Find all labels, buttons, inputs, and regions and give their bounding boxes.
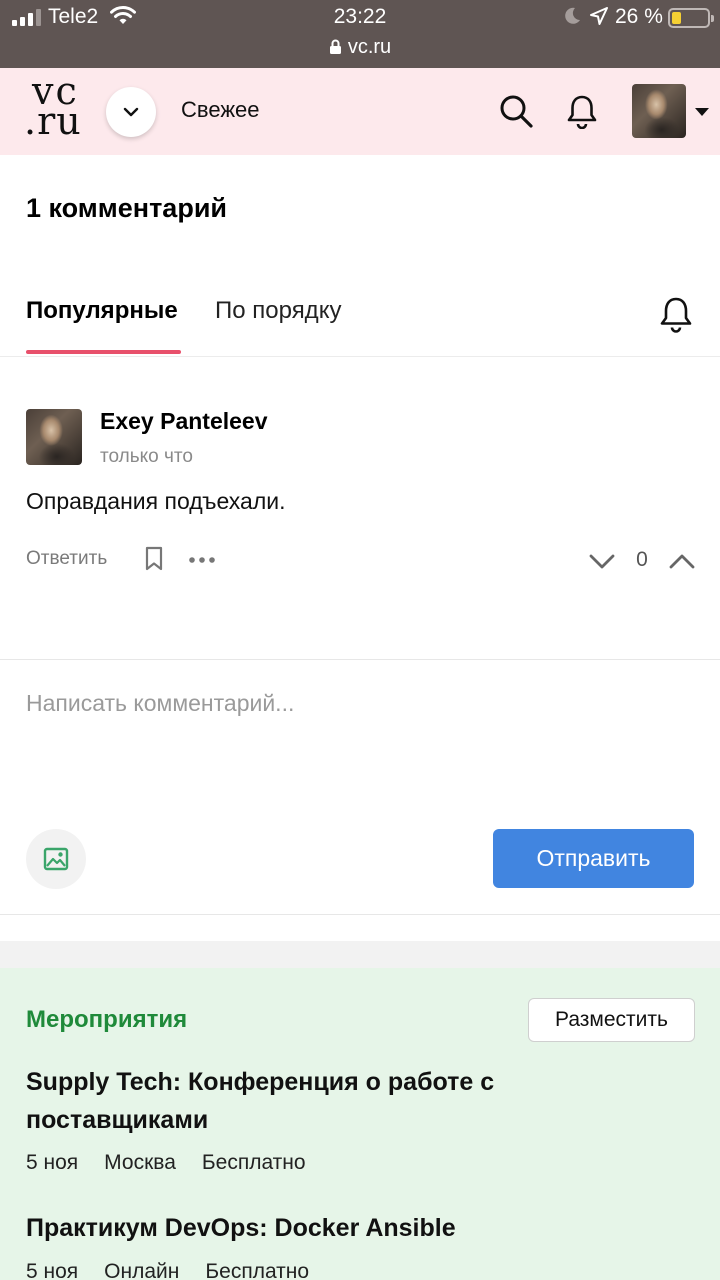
vote-up-icon[interactable]: [668, 548, 696, 574]
battery-icon: [668, 8, 714, 28]
comment-input[interactable]: Написать комментарий...: [26, 690, 686, 717]
comments-title: 1 комментарий: [26, 193, 228, 223]
bell-icon[interactable]: [565, 93, 599, 129]
event-meta: 5 ноя Москва Бесплатно: [26, 1151, 306, 1175]
submit-button[interactable]: Отправить: [493, 829, 694, 888]
search-icon[interactable]: [498, 93, 534, 129]
event-price: Бесплатно: [205, 1260, 310, 1280]
site-logo[interactable]: vc .ru: [24, 72, 94, 143]
place-event-button[interactable]: Разместить: [528, 998, 695, 1042]
event-city: Онлайн: [104, 1260, 180, 1280]
event-date: 5 ноя: [26, 1260, 79, 1280]
active-tab-indicator: [26, 350, 181, 354]
event-title[interactable]: Практикум DevOps: Docker Ansible: [26, 1209, 586, 1247]
comment-text: Оправдания подъехали.: [26, 488, 286, 514]
event-title[interactable]: Supply Tech: Конференция о работе с пост…: [26, 1063, 586, 1139]
clock: 23:22: [333, 5, 387, 28]
comments-tabs: Популярные По порядку: [0, 280, 720, 357]
user-avatar[interactable]: [632, 84, 686, 138]
comment-author-avatar[interactable]: [26, 409, 82, 465]
comment-time[interactable]: только что: [100, 446, 193, 468]
comment-author[interactable]: Exey Panteleev: [100, 408, 268, 435]
location-icon: [590, 7, 608, 25]
moon-icon: [565, 7, 580, 24]
lock-icon: [329, 39, 341, 54]
more-icon[interactable]: [188, 550, 216, 570]
vote-down-icon[interactable]: [588, 548, 616, 574]
site-header: vc .ru Свежее: [0, 68, 720, 155]
section-separator: [0, 941, 720, 968]
event-city: Москва: [104, 1151, 176, 1174]
address-bar[interactable]: vc.ru: [0, 36, 720, 59]
tab-chronological[interactable]: По порядку: [215, 297, 341, 325]
url-text: vc.ru: [347, 36, 392, 58]
caret-down-icon[interactable]: [695, 108, 709, 116]
tab-popular[interactable]: Популярные: [26, 297, 178, 325]
vote-count: 0: [636, 548, 648, 571]
divider: [0, 659, 720, 660]
image-icon: [43, 847, 69, 871]
reply-button[interactable]: Ответить: [26, 548, 107, 570]
event-meta: 5 ноя Онлайн Бесплатно: [26, 1260, 309, 1280]
divider: [0, 914, 720, 915]
events-title[interactable]: Мероприятия: [26, 1006, 187, 1034]
events-widget: Мероприятия Разместить Supply Tech: Конф…: [0, 968, 720, 1280]
bookmark-icon[interactable]: [144, 546, 164, 572]
section-title[interactable]: Свежее: [181, 97, 260, 123]
battery-percent: 26 %: [615, 5, 663, 28]
event-price: Бесплатно: [201, 1151, 306, 1174]
event-date: 5 ноя: [26, 1151, 79, 1174]
attach-image-button[interactable]: [26, 829, 86, 889]
logo-bottom: .ru: [24, 99, 82, 143]
bell-icon[interactable]: [658, 295, 694, 333]
chevron-down-icon: [123, 107, 139, 117]
status-bar: Tele2 23:22 vc.ru 26 %: [0, 0, 720, 68]
menu-toggle-button[interactable]: [106, 87, 156, 137]
